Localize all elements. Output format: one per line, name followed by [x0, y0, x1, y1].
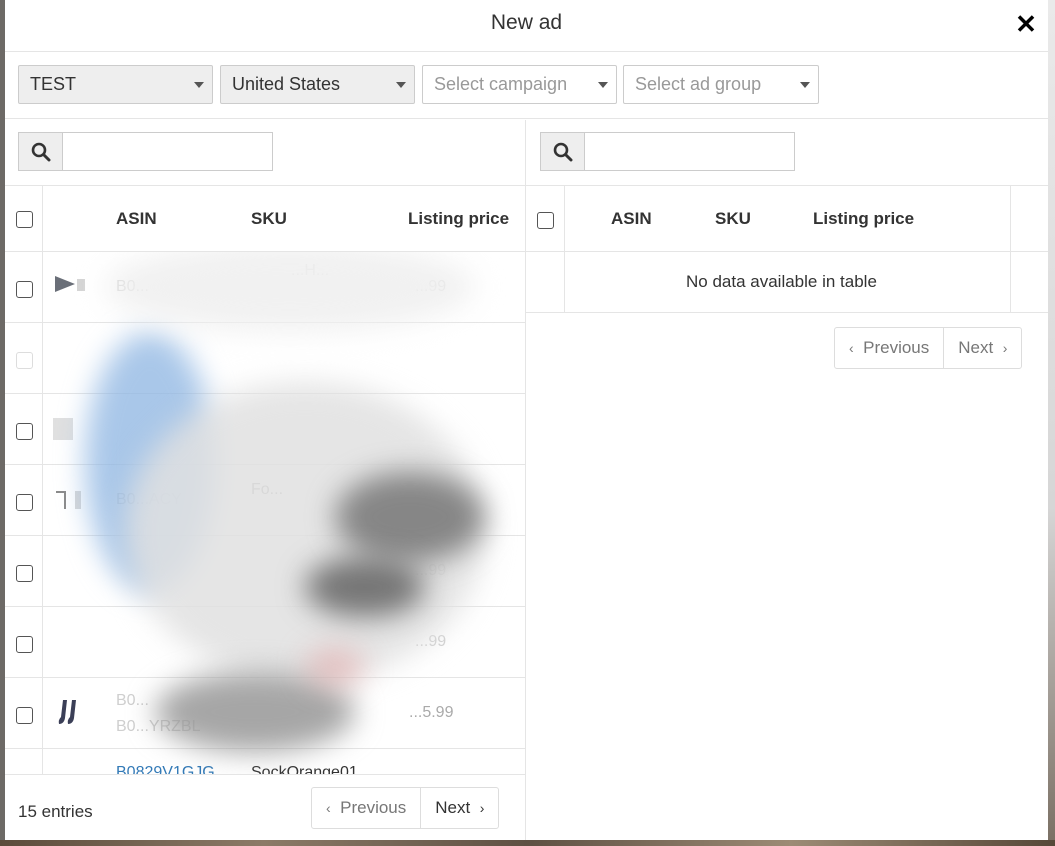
- table-row[interactable]: B0... B0...YRZBL ...5.99: [5, 678, 525, 749]
- row-sku: Fo...: [251, 481, 284, 498]
- table-row[interactable]: ...99: [5, 536, 525, 607]
- left-search-input[interactable]: [62, 132, 273, 171]
- header-divider: [42, 186, 43, 251]
- row-checkbox[interactable]: [16, 636, 33, 653]
- modal-title: New ad: [490, 11, 563, 34]
- right-table-header: ASIN SKU Listing price: [526, 186, 1048, 313]
- col-listing-price[interactable]: Listing price: [813, 209, 914, 229]
- row-checkbox[interactable]: [16, 352, 33, 369]
- selected-ads-pane: ASIN SKU Listing price No data available…: [526, 120, 1048, 840]
- previous-button[interactable]: ‹ Previous: [835, 328, 943, 368]
- row-checkbox[interactable]: [16, 423, 33, 440]
- right-pagination: ‹ Previous Next ›: [834, 327, 1023, 369]
- right-search-input[interactable]: [584, 132, 795, 171]
- account-select[interactable]: TEST: [18, 65, 213, 104]
- row-checkbox[interactable]: [16, 565, 33, 582]
- col-sku[interactable]: SKU: [251, 209, 287, 229]
- row-sku: ...H...: [291, 262, 330, 279]
- campaign-select-placeholder: Select campaign: [434, 74, 568, 94]
- country-select[interactable]: United States: [220, 65, 415, 104]
- left-table-body: B0... ...H... ...99 B0...ACY Fo... ...99…: [5, 252, 525, 774]
- account-select-value: TEST: [30, 74, 77, 94]
- country-select-value: United States: [232, 74, 341, 94]
- col-asin[interactable]: ASIN: [116, 209, 157, 229]
- page-backdrop-edge: [1048, 0, 1055, 846]
- previous-label: Previous: [863, 338, 930, 357]
- modal-header: New ad ✕: [5, 0, 1048, 52]
- right-search-row: [526, 120, 1048, 186]
- row-asin[interactable]: B0...ACY: [116, 491, 182, 509]
- next-label: Next: [435, 798, 471, 817]
- caret-down-icon: [598, 82, 608, 88]
- table-row[interactable]: B0... ...H... ...99: [5, 252, 525, 323]
- row-checkbox[interactable]: [16, 494, 33, 511]
- next-button[interactable]: Next ›: [943, 328, 1021, 368]
- col-asin[interactable]: ASIN: [611, 209, 652, 229]
- row-checkbox[interactable]: [16, 281, 33, 298]
- new-ad-modal: New ad ✕ TEST United States Select campa…: [5, 0, 1048, 840]
- row-price: ...5.99: [409, 704, 454, 721]
- left-table-header: ASIN SKU Listing price: [5, 186, 525, 252]
- product-thumbnail: [53, 418, 73, 440]
- chevron-left-icon: ‹: [326, 800, 331, 816]
- row-asin-secondary: B0...YRZBL: [116, 718, 201, 735]
- col-sku[interactable]: SKU: [715, 209, 751, 229]
- empty-table-row: No data available in table: [526, 252, 1048, 313]
- product-list-pane: ASIN SKU Listing price B0... ...H... ...…: [5, 120, 526, 840]
- chevron-right-icon: ›: [479, 800, 485, 816]
- row-price: ...99: [415, 278, 447, 295]
- left-table-footer: 15 entries ‹ Previous Next ›: [5, 774, 525, 840]
- chevron-left-icon: ‹: [849, 340, 854, 356]
- ad-group-select[interactable]: Select ad group: [623, 65, 819, 104]
- table-row[interactable]: [5, 394, 525, 465]
- page-backdrop-bottom: [0, 840, 1055, 846]
- next-button[interactable]: Next ›: [420, 788, 498, 828]
- previous-label: Previous: [340, 798, 407, 817]
- table-row[interactable]: [5, 323, 525, 394]
- row-sku: SockOrange01: [251, 764, 358, 774]
- row-asin[interactable]: B0...: [116, 278, 149, 296]
- campaign-select[interactable]: Select campaign: [422, 65, 617, 104]
- previous-button[interactable]: ‹ Previous: [312, 788, 420, 828]
- sock-thumbnail: [58, 700, 76, 724]
- col-listing-price[interactable]: Listing price: [408, 209, 509, 229]
- row-asin[interactable]: B0...: [116, 692, 149, 710]
- table-row[interactable]: B0829V1GJG SockOrange01: [5, 749, 525, 774]
- table-row[interactable]: B0...ACY Fo...: [5, 465, 525, 536]
- search-icon[interactable]: [18, 132, 62, 171]
- chevron-right-icon: ›: [1002, 340, 1008, 356]
- caret-down-icon: [194, 82, 204, 88]
- caret-down-icon: [396, 82, 406, 88]
- select-all-checkbox[interactable]: [16, 211, 33, 228]
- table-row[interactable]: ...99: [5, 607, 525, 678]
- product-thumbnail: [56, 491, 81, 509]
- row-checkbox[interactable]: [16, 707, 33, 724]
- next-label: Next: [958, 338, 994, 357]
- select-all-checkbox[interactable]: [537, 212, 554, 229]
- caret-down-icon: [800, 82, 810, 88]
- ad-group-select-placeholder: Select ad group: [635, 74, 762, 94]
- product-thumbnail: [55, 276, 85, 292]
- row-price: ...99: [415, 562, 447, 579]
- entries-count: 15 entries: [18, 802, 93, 821]
- close-icon[interactable]: ✕: [1014, 11, 1038, 37]
- search-icon[interactable]: [540, 132, 584, 171]
- left-pagination: ‹ Previous Next ›: [311, 787, 500, 829]
- row-price: ...99: [415, 633, 447, 650]
- row-asin-link[interactable]: B0829V1GJG: [116, 764, 215, 774]
- left-search-row: [5, 120, 525, 186]
- filter-bar: TEST United States Select campaign Selec…: [5, 52, 1048, 119]
- empty-message: No data available in table: [686, 272, 877, 291]
